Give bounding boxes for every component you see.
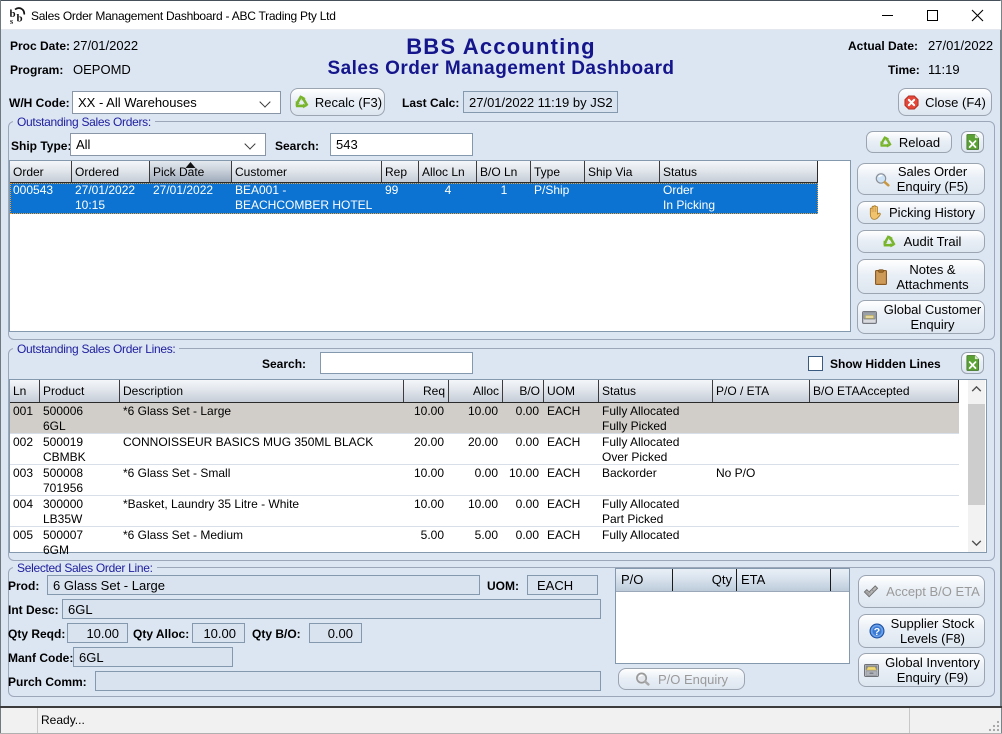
svg-text:s: s (10, 17, 13, 24)
svg-text:b: b (17, 13, 23, 25)
